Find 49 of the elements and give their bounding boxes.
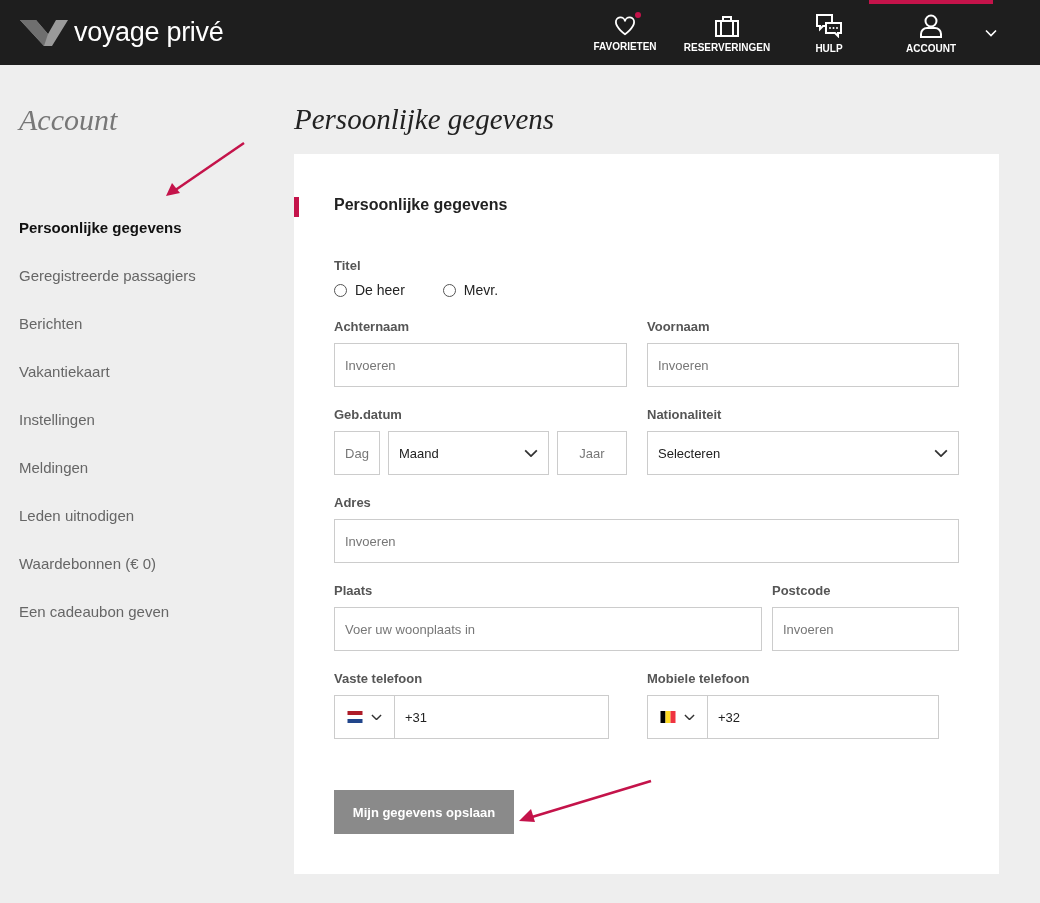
field-label: Plaats bbox=[334, 583, 374, 598]
sidebar-item[interactable]: Een cadeaubon geven bbox=[19, 603, 170, 622]
nav-link[interactable]: ACCOUNT bbox=[869, 0, 993, 65]
sidebar-item[interactable]: Leden uitnodigen bbox=[19, 507, 135, 526]
input-field[interactable]: Invoeren bbox=[647, 343, 959, 387]
section-accent-bar bbox=[294, 197, 299, 217]
nav-link[interactable]: FAVORIETEN bbox=[585, 0, 665, 65]
heart-icon bbox=[614, 15, 636, 36]
field-label: Titel bbox=[334, 258, 362, 273]
page-title: Persoonlijke gegevens bbox=[294, 103, 556, 136]
field-label: Mobiele telefoon bbox=[647, 671, 751, 686]
field-label: Vaste telefoon bbox=[334, 671, 424, 686]
sidebar-title: Account bbox=[19, 103, 119, 137]
logo-text: voyage privé bbox=[74, 17, 224, 48]
sidebar-item[interactable]: Waardebonnen (€ 0) bbox=[19, 555, 157, 574]
field-label: Geb.datum bbox=[334, 407, 403, 422]
field-label: Postcode bbox=[772, 583, 832, 598]
radio-label: De heer bbox=[355, 282, 405, 298]
field-label: Achternaam bbox=[334, 319, 411, 334]
field-label: Nationaliteit bbox=[647, 407, 723, 422]
sidebar-item[interactable]: Vakantiekaart bbox=[19, 363, 110, 382]
radio-button[interactable] bbox=[442, 283, 456, 297]
radio-button[interactable] bbox=[334, 283, 347, 297]
input-field[interactable]: Dag bbox=[334, 431, 380, 475]
section-title: Persoonlijke gegevens bbox=[334, 196, 509, 214]
select-field[interactable]: Maand bbox=[388, 431, 549, 475]
input-field[interactable]: Jaar bbox=[557, 431, 627, 475]
sidebar-item[interactable]: Instellingen bbox=[19, 411, 95, 430]
radio-label: Mevr. bbox=[463, 282, 499, 298]
nav-link[interactable]: RESERVERINGEN bbox=[665, 0, 789, 65]
logo-mark-icon bbox=[20, 17, 68, 48]
sidebar-item[interactable]: Geregistreerde passagiers bbox=[19, 267, 196, 286]
input-field[interactable]: Invoeren bbox=[772, 607, 959, 651]
select-field[interactable]: Selecteren bbox=[647, 431, 959, 475]
input-field[interactable]: Invoeren bbox=[334, 519, 959, 563]
sidebar-item[interactable]: Berichten bbox=[19, 315, 83, 334]
input-field[interactable]: Invoeren bbox=[334, 343, 627, 387]
user-icon bbox=[920, 13, 942, 38]
chevron-down-icon bbox=[934, 448, 948, 458]
chevron-down-icon bbox=[524, 448, 538, 458]
chevron-down-icon[interactable] bbox=[985, 28, 997, 37]
sidebar-item[interactable]: Persoonlijke gegevens bbox=[19, 219, 182, 238]
field-label: Voornaam bbox=[647, 319, 711, 334]
input-field[interactable]: Voer uw woonplaats in bbox=[334, 607, 762, 651]
chat-bubbles-icon bbox=[816, 13, 842, 38]
nav-link[interactable]: HULP bbox=[789, 0, 869, 65]
suitcase-icon bbox=[715, 14, 739, 37]
field-label: Adres bbox=[334, 495, 372, 510]
sidebar-item[interactable]: Meldingen bbox=[19, 459, 89, 478]
